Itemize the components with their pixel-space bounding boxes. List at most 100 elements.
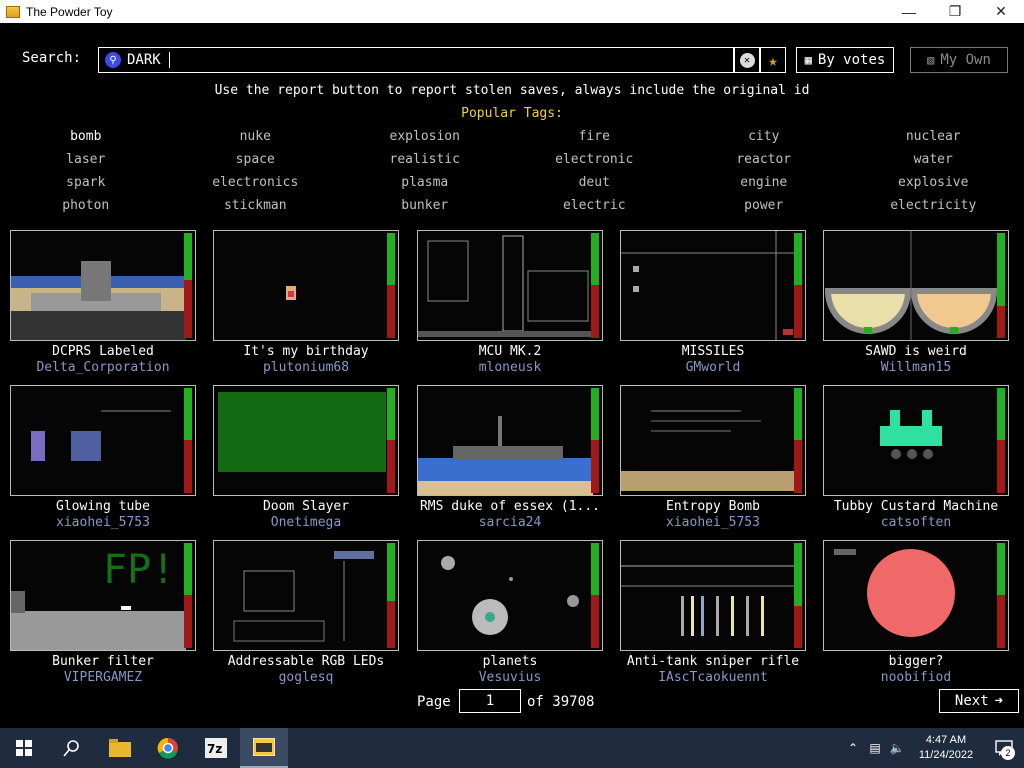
save-thumbnail[interactable]: [823, 385, 1009, 496]
save-thumbnail[interactable]: [213, 230, 399, 341]
save-thumbnail[interactable]: FP!: [10, 540, 196, 651]
favorites-button[interactable]: ★: [760, 47, 786, 73]
sort-icon: ▦: [804, 53, 812, 67]
start-button[interactable]: [0, 728, 48, 768]
save-tile[interactable]: Doom Slayer Onetimega: [213, 385, 399, 530]
tag[interactable]: laser: [1, 152, 171, 175]
save-tile[interactable]: FP! Bunker filter VIPERGAMEZ: [10, 540, 196, 685]
network-icon[interactable]: ▤: [864, 741, 886, 755]
tag[interactable]: power: [679, 198, 849, 221]
save-author[interactable]: GMworld: [620, 360, 806, 375]
clear-search-button[interactable]: ✕: [734, 47, 760, 73]
page-number-input[interactable]: 1: [459, 689, 521, 713]
save-tile[interactable]: It's my birthday plutonium68: [213, 230, 399, 375]
maximize-button[interactable]: ❐: [932, 0, 978, 23]
7zip-button[interactable]: 7z: [192, 728, 240, 768]
save-author[interactable]: catsoften: [823, 515, 1009, 530]
save-author[interactable]: xiaohei_5753: [10, 515, 196, 530]
close-button[interactable]: ✕: [978, 0, 1024, 23]
thumbnail-image: [621, 410, 796, 491]
tag[interactable]: space: [171, 152, 341, 175]
save-tile[interactable]: MISSILES GMworld: [620, 230, 806, 375]
chevron-up-icon[interactable]: ⌃: [842, 741, 864, 755]
thumbnail-image: [286, 286, 296, 300]
save-tile[interactable]: bigger? noobifiod: [823, 540, 1009, 685]
tag[interactable]: electricity: [849, 198, 1019, 221]
save-tile[interactable]: SAWD is weird Willman15: [823, 230, 1009, 375]
save-tile[interactable]: DCPRS Labeled Delta_Corporation: [10, 230, 196, 375]
powder-toy-taskbar-button[interactable]: [240, 728, 288, 768]
save-tile[interactable]: Anti-tank sniper rifle IAscTcaokuennt: [620, 540, 806, 685]
save-thumbnail[interactable]: [417, 230, 603, 341]
save-author[interactable]: IAscTcaokuennt: [620, 670, 806, 685]
tag[interactable]: photon: [1, 198, 171, 221]
save-author[interactable]: xiaohei_5753: [620, 515, 806, 530]
vote-up-bar: [794, 388, 802, 441]
tag[interactable]: bomb: [1, 129, 171, 152]
save-tile[interactable]: Tubby Custard Machine catsoften: [823, 385, 1009, 530]
save-author[interactable]: noobifiod: [823, 670, 1009, 685]
my-own-button[interactable]: ▧ My Own: [910, 47, 1008, 73]
save-author[interactable]: mloneusk: [417, 360, 603, 375]
tag[interactable]: nuke: [171, 129, 341, 152]
tag[interactable]: city: [679, 129, 849, 152]
tag[interactable]: explosion: [340, 129, 510, 152]
save-tile[interactable]: RMS duke of essex (1... sarcia24: [417, 385, 603, 530]
minimize-button[interactable]: —: [886, 0, 932, 23]
file-explorer-button[interactable]: [96, 728, 144, 768]
save-tile[interactable]: MCU MK.2 mloneusk: [417, 230, 603, 375]
save-thumbnail[interactable]: [620, 230, 806, 341]
tag[interactable]: realistic: [340, 152, 510, 175]
save-author[interactable]: goglesq: [213, 670, 399, 685]
tag[interactable]: water: [849, 152, 1019, 175]
search-input[interactable]: ⚲ DARK: [98, 47, 734, 73]
taskbar-clock[interactable]: 4:47 AM 11/24/2022: [908, 733, 984, 763]
save-tile[interactable]: Entropy Bomb xiaohei_5753: [620, 385, 806, 530]
save-thumbnail[interactable]: [620, 385, 806, 496]
tag[interactable]: spark: [1, 175, 171, 198]
tag[interactable]: electronics: [171, 175, 341, 198]
save-author[interactable]: Onetimega: [213, 515, 399, 530]
thumbnail-image: [880, 410, 942, 459]
save-author[interactable]: Willman15: [823, 360, 1009, 375]
tag[interactable]: stickman: [171, 198, 341, 221]
next-label: Next: [954, 693, 989, 709]
tag[interactable]: deut: [510, 175, 680, 198]
volume-icon[interactable]: 🔈: [886, 741, 908, 755]
save-author[interactable]: sarcia24: [417, 515, 603, 530]
save-tile[interactable]: Glowing tube xiaohei_5753: [10, 385, 196, 530]
save-thumbnail[interactable]: [213, 540, 399, 651]
next-page-button[interactable]: Next ➜: [939, 689, 1019, 713]
tag[interactable]: reactor: [679, 152, 849, 175]
tag[interactable]: explosive: [849, 175, 1019, 198]
taskbar-search-button[interactable]: [48, 728, 96, 768]
chrome-button[interactable]: [144, 728, 192, 768]
save-author[interactable]: Vesuvius: [417, 670, 603, 685]
save-thumbnail[interactable]: [823, 540, 1009, 651]
tag[interactable]: engine: [679, 175, 849, 198]
tag[interactable]: electric: [510, 198, 680, 221]
save-tile[interactable]: planets Vesuvius: [417, 540, 603, 685]
save-author[interactable]: plutonium68: [213, 360, 399, 375]
sort-by-votes-button[interactable]: ▦ By votes: [796, 47, 894, 73]
save-author[interactable]: VIPERGAMEZ: [10, 670, 196, 685]
tag[interactable]: bunker: [340, 198, 510, 221]
save-thumbnail[interactable]: [417, 385, 603, 496]
save-browser: Search: ⚲ DARK ✕ ★ ▦ By votes ▧ My Own U…: [0, 23, 1024, 728]
notification-center-button[interactable]: 2: [984, 728, 1024, 768]
tag[interactable]: nuclear: [849, 129, 1019, 152]
save-thumbnail[interactable]: [10, 230, 196, 341]
save-thumbnail[interactable]: [620, 540, 806, 651]
save-thumbnail[interactable]: [823, 230, 1009, 341]
tag[interactable]: plasma: [340, 175, 510, 198]
clock-date: 11/24/2022: [918, 749, 974, 761]
vote-up-bar: [184, 388, 192, 441]
save-thumbnail[interactable]: [10, 385, 196, 496]
save-thumbnail[interactable]: [213, 385, 399, 496]
save-thumbnail[interactable]: [417, 540, 603, 651]
save-tile[interactable]: Addressable RGB LEDs goglesq: [213, 540, 399, 685]
vote-up-bar: [591, 388, 599, 441]
tag[interactable]: electronic: [510, 152, 680, 175]
tag[interactable]: fire: [510, 129, 680, 152]
save-author[interactable]: Delta_Corporation: [10, 360, 196, 375]
